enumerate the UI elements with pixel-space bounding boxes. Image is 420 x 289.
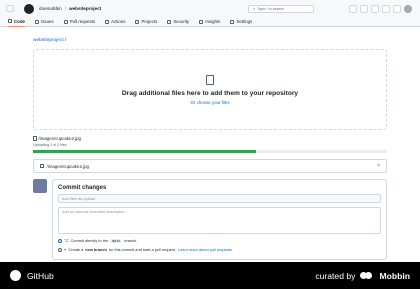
graph-icon [199, 19, 204, 24]
inbox-icon[interactable] [393, 5, 401, 13]
avatar[interactable] [404, 5, 412, 13]
footer-credit: curated by Mobbin [315, 271, 410, 281]
search-icon: ⌕ [253, 7, 256, 11]
commit-direct-option[interactable]: ⌥ Commit directly to the main branch. [58, 238, 381, 243]
commit-summary-input[interactable]: Add files via upload [58, 194, 381, 203]
file-icon [206, 74, 214, 85]
tab-label: Code [14, 18, 25, 24]
uploading-file-name: /images/cupcake2.jpg [38, 136, 81, 141]
tab-settings[interactable]: Settings [230, 17, 252, 27]
breadcrumb-separator: / [64, 6, 67, 11]
commit-title: Commit changes [58, 185, 107, 191]
tab-actions[interactable]: Actions [105, 17, 125, 27]
play-icon [105, 19, 110, 24]
uploaded-file-name: /images/cupcake2.jpg [46, 163, 89, 169]
close-icon[interactable]: × [377, 163, 380, 169]
uploaded-file-row: /images/cupcake2.jpg × [33, 159, 387, 173]
mobbin-logo-icon [360, 271, 374, 280]
branch-icon: ⑂ [64, 247, 67, 252]
footer-brand: Mobbin [379, 270, 410, 281]
issue-icon [34, 19, 39, 24]
commit-icon: ⌥ [64, 238, 69, 243]
option-text: Commit directly to the [70, 238, 109, 243]
repo-path-slash: / [65, 38, 67, 43]
avatar [33, 179, 47, 193]
github-logo-icon [10, 270, 21, 281]
tab-code[interactable]: Code [8, 17, 25, 27]
breadcrumb: doemobbin / websiteproject [39, 6, 101, 11]
footer-app: GitHub [10, 270, 54, 281]
learn-more-link[interactable]: Learn more about pull requests. [178, 247, 233, 252]
breadcrumb-repo[interactable]: websiteproject [69, 6, 101, 11]
file-dropzone[interactable]: Drag additional files here to add them t… [33, 49, 387, 130]
file-icon [33, 136, 37, 141]
tab-label: Issues [40, 19, 54, 24]
uploaded-file: /images/cupcake2.jpg [40, 164, 89, 169]
radio-selected[interactable] [58, 238, 62, 243]
option-bold: new branch [85, 247, 107, 252]
search-input[interactable]: ⌕ Type / to search [248, 5, 314, 13]
hamburger-menu-icon[interactable] [6, 5, 14, 12]
tab-label: Security [173, 19, 190, 24]
choose-files-link[interactable]: Or choose your files [190, 100, 229, 105]
pull-requests-icon[interactable] [382, 5, 390, 13]
radio-unselected[interactable] [58, 247, 62, 252]
top-navigation-bar: doemobbin / websiteproject ⌕ Type / to s… [0, 0, 420, 17]
upload-progress-bar [33, 150, 387, 153]
issues-icon[interactable] [371, 5, 379, 13]
pull-request-icon [63, 19, 68, 24]
search-placeholder: Type / to search [257, 7, 285, 11]
breadcrumb-owner[interactable]: doemobbin [39, 6, 62, 11]
repo-path-link[interactable]: websiteproject [33, 38, 64, 43]
dropzone-title: Drag additional files here to add them t… [121, 89, 299, 97]
commit-changes-panel: Commit changes Add files via upload Add … [52, 179, 387, 260]
uploading-file: /images/cupcake2.jpg [33, 136, 81, 141]
footer-app-name: GitHub [27, 270, 54, 281]
file-icon [40, 163, 44, 169]
repo-tabs: Code Issues Pull requests Actions Projec… [0, 17, 420, 27]
footer-curated-by: curated by [315, 270, 356, 281]
shield-icon [167, 19, 172, 24]
gear-icon [230, 19, 235, 24]
upload-progress-fill [33, 150, 257, 153]
footer-banner: GitHub curated by Mobbin [0, 262, 420, 289]
option-text: branch. [124, 238, 138, 243]
option-text: for this commit and start a pull request… [108, 247, 176, 252]
table-icon [135, 19, 140, 24]
code-icon [8, 19, 12, 23]
tab-label: Actions [111, 19, 126, 24]
copilot-icon[interactable] [349, 5, 357, 13]
branch-name: main [110, 238, 123, 243]
tab-projects[interactable]: Projects [135, 17, 157, 27]
commit-description-input[interactable]: Add an optional extended description... [58, 207, 381, 234]
tab-pull-requests[interactable]: Pull requests [63, 17, 96, 27]
toolbar-icons [349, 5, 412, 13]
tab-label: Settings [236, 19, 253, 24]
option-text: Create a [68, 247, 84, 252]
tab-label: Projects [141, 19, 158, 24]
repo-path: websiteproject / [33, 38, 66, 43]
upload-status: Uploading 2 of 2 files [33, 143, 67, 147]
plus-icon[interactable] [360, 5, 368, 13]
new-branch-option[interactable]: ⑂ Create a new branch for this commit an… [58, 247, 381, 252]
tab-security[interactable]: Security [167, 17, 189, 27]
tab-label: Pull requests [69, 19, 96, 24]
tab-label: Insights [205, 19, 221, 24]
tab-issues[interactable]: Issues [34, 17, 54, 27]
github-logo-icon[interactable] [24, 3, 34, 14]
tab-insights[interactable]: Insights [199, 17, 220, 27]
